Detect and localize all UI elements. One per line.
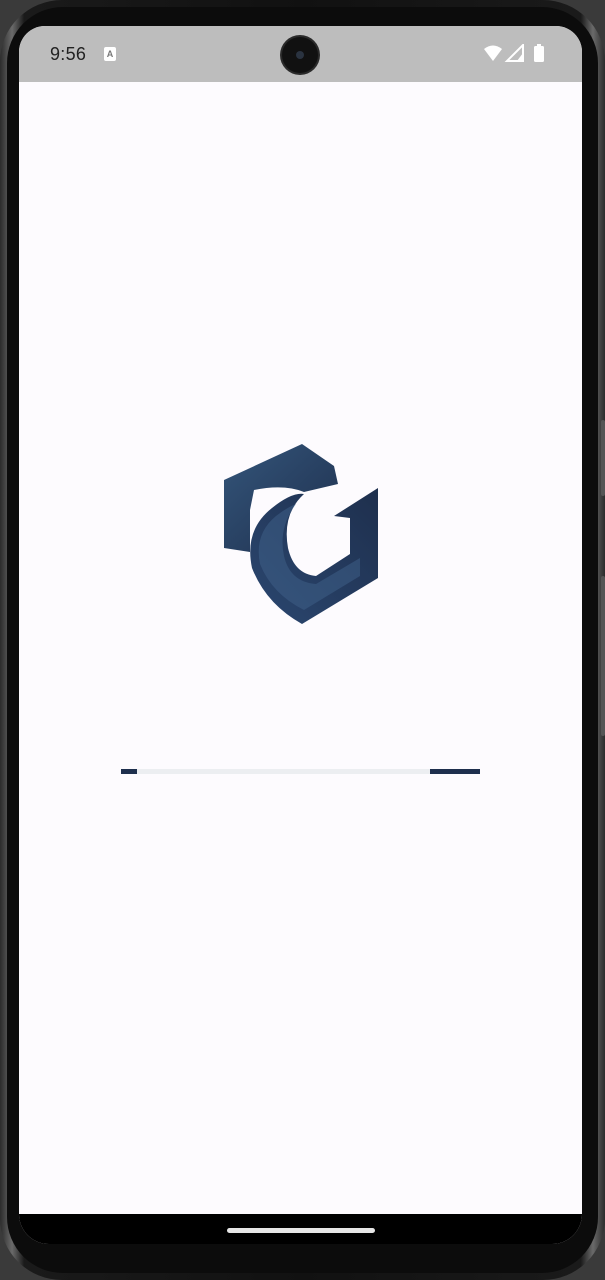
phone-device-frame: 9:56 A [0, 0, 605, 1280]
progress-indicator-segment [430, 769, 480, 774]
loading-progress-bar [121, 769, 480, 774]
status-bar: 9:56 A [19, 26, 582, 82]
status-icons [484, 44, 544, 62]
front-camera [282, 37, 318, 73]
screen: 9:56 A [19, 26, 582, 1244]
gesture-handle[interactable] [227, 1228, 375, 1233]
battery-icon [534, 44, 544, 62]
wifi-icon [484, 45, 502, 61]
splash-screen [19, 82, 582, 1214]
power-button [601, 576, 605, 736]
progress-indicator-segment [121, 769, 137, 774]
cellular-signal-icon [504, 44, 524, 62]
a-letter-icon: A [104, 47, 116, 61]
volume-button [601, 420, 605, 496]
status-time: 9:56 [50, 44, 87, 64]
brand-b-logo-icon [224, 444, 378, 624]
